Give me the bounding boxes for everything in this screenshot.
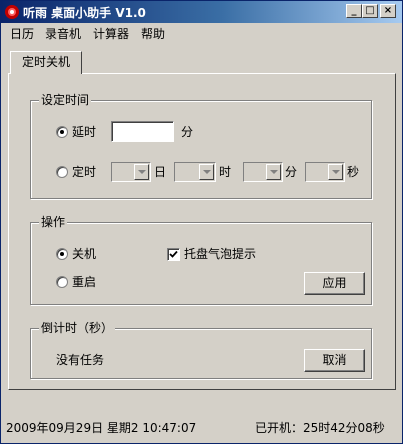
- maximize-icon: □: [365, 5, 375, 16]
- countdown-group: 倒计时（秒） 没有任务 取消: [30, 321, 372, 379]
- time-settings-group: 设定时间 延时 分 定时 日 时 分 秒: [30, 93, 372, 199]
- shutdown-label: 关机: [72, 247, 97, 261]
- hour-select[interactable]: [174, 162, 216, 182]
- scheduled-radio[interactable]: [56, 166, 68, 178]
- title-bar[interactable]: 听雨 桌面小助手 V1.0 _ □ ×: [1, 1, 402, 23]
- status-bar: 2009年09月29日 星期2 10:47:07 已开机：25时42分08秒: [1, 411, 402, 441]
- uptime-display: 已开机：25时42分08秒: [255, 421, 385, 435]
- tray-tip-checkbox[interactable]: [167, 248, 180, 261]
- dropdown-arrow-icon[interactable]: [134, 164, 149, 180]
- radio-selected-dot: [60, 252, 64, 256]
- countdown-title: 倒计时（秒）: [39, 321, 116, 335]
- radio-selected-dot: [60, 130, 64, 134]
- current-datetime: 2009年09月29日 星期2 10:47:07: [6, 421, 197, 435]
- close-icon: ×: [383, 5, 393, 16]
- dropdown-arrow-icon[interactable]: [199, 164, 214, 180]
- app-logo-icon: [5, 5, 19, 19]
- cancel-button[interactable]: 取消: [304, 349, 365, 372]
- window-title: 听雨 桌面小助手 V1.0: [23, 6, 146, 20]
- minute-select[interactable]: [243, 162, 283, 182]
- dropdown-arrow-icon[interactable]: [266, 164, 281, 180]
- restart-radio[interactable]: [56, 276, 68, 288]
- day-unit-label: 日: [154, 165, 167, 179]
- menu-calendar[interactable]: 日历: [10, 25, 34, 42]
- menu-recorder[interactable]: 录音机: [45, 25, 81, 42]
- countdown-status: 没有任务: [56, 353, 105, 367]
- action-group: 操作 关机 托盘气泡提示 重启 应用: [30, 215, 372, 305]
- menu-bar: 日历 录音机 计算器 帮助: [1, 23, 402, 42]
- menu-calculator[interactable]: 计算器: [93, 25, 129, 42]
- delay-minutes-input[interactable]: [111, 121, 174, 142]
- delay-unit-label: 分: [181, 125, 194, 139]
- second-select[interactable]: [305, 162, 345, 182]
- tray-tip-label: 托盘气泡提示: [184, 247, 257, 261]
- dropdown-arrow-icon[interactable]: [328, 164, 343, 180]
- close-button[interactable]: ×: [380, 4, 396, 18]
- action-title: 操作: [39, 215, 68, 229]
- apply-button[interactable]: 应用: [304, 272, 365, 295]
- tab-label: 定时关机: [21, 55, 70, 69]
- scheduled-label: 定时: [72, 165, 97, 179]
- maximize-button[interactable]: □: [362, 4, 378, 18]
- minute-unit-label: 分: [285, 165, 298, 179]
- minimize-icon: _: [351, 5, 357, 16]
- tab-timed-shutdown[interactable]: 定时关机: [10, 51, 82, 74]
- time-settings-title: 设定时间: [39, 93, 92, 107]
- delay-radio[interactable]: [56, 126, 68, 138]
- second-unit-label: 秒: [347, 165, 360, 179]
- checkmark-icon: [169, 250, 178, 258]
- shutdown-radio[interactable]: [56, 248, 68, 260]
- day-select[interactable]: [111, 162, 151, 182]
- menu-help[interactable]: 帮助: [141, 25, 165, 42]
- delay-label: 延时: [72, 125, 97, 139]
- minimize-button[interactable]: _: [346, 4, 362, 18]
- main-window: 听雨 桌面小助手 V1.0 _ □ × 日历 录音机 计算器 帮助 定时关机 设…: [0, 0, 403, 444]
- restart-label: 重启: [72, 275, 97, 289]
- hour-unit-label: 时: [219, 165, 232, 179]
